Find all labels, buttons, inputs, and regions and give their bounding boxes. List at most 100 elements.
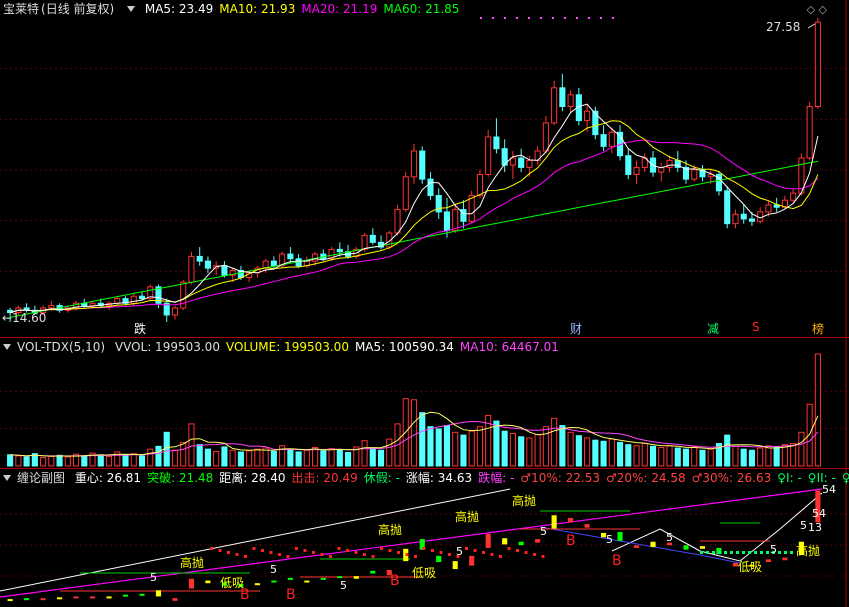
volume-bar — [188, 423, 195, 467]
event-marker-3[interactable]: S — [752, 320, 760, 334]
candle-body — [410, 150, 418, 178]
signal-dot — [492, 17, 494, 19]
volume-bar — [171, 449, 179, 467]
volume-bar — [377, 449, 385, 467]
volume-bar — [23, 456, 30, 467]
volume-bar — [419, 412, 426, 467]
chan-candle — [254, 583, 260, 586]
chan-candle — [584, 524, 590, 528]
volume-bar — [724, 434, 731, 467]
candle-body — [625, 155, 632, 175]
chan-dot-green — [706, 551, 709, 554]
price-chart[interactable] — [0, 0, 849, 337]
count-five-label: 5 — [340, 579, 347, 592]
chan-dot — [499, 555, 502, 558]
buy-signal: B — [612, 553, 622, 569]
chan-panel[interactable]: 高抛 高抛 高抛 高抛 高抛 低吸 低吸 低吸 B B B B B 5 5 5 5 5 5 5 5 5 13 54 54 缠论副… — [0, 469, 849, 607]
volume-chart[interactable] — [0, 338, 849, 468]
volume-bar — [806, 403, 813, 467]
volume-bar — [460, 434, 467, 467]
event-marker-1[interactable]: 财 — [570, 320, 582, 337]
volume-bar — [649, 445, 657, 467]
chan-dot — [244, 555, 247, 558]
chan-dot — [329, 555, 332, 558]
chan-dot — [346, 549, 349, 552]
chan-dot — [303, 549, 307, 552]
volume-bar — [567, 431, 574, 467]
volume-indicator-name: VOL-TDX(5,10) — [17, 340, 106, 354]
chan-dot-green — [700, 551, 703, 554]
volume-bar — [633, 445, 640, 467]
volume-bar — [204, 448, 211, 467]
chan-candle — [205, 580, 211, 584]
volume-bar — [180, 441, 187, 467]
count-five-label: 5 — [270, 563, 277, 576]
chan-dot — [388, 549, 392, 552]
event-marker-0[interactable]: 跌 — [134, 320, 146, 337]
chan-dot-green — [790, 551, 793, 554]
candle-body — [188, 255, 195, 283]
candle-body — [369, 234, 376, 243]
price-panel[interactable]: 宝莱特 (日线 前复权) MA5: 23.49 MA10: 21.93 MA20: 2… — [0, 0, 849, 338]
chan-legend-item-10: ♀I: - — [777, 471, 802, 485]
candle-body — [402, 176, 409, 211]
chan-dot — [405, 553, 409, 556]
chan-chart[interactable]: 高抛高抛高抛高抛高抛低吸低吸 低吸B BBBB555555 555 135454 — [0, 469, 849, 607]
high-sell-label: 高抛 — [378, 522, 402, 537]
buy-signal: B — [566, 533, 576, 549]
chan-candle — [469, 555, 475, 566]
volume-bar — [476, 426, 483, 467]
chan-candle — [518, 541, 524, 546]
candle-body — [485, 136, 492, 175]
candle-body — [48, 305, 55, 309]
chan-dropdown-icon[interactable] — [3, 475, 11, 481]
volume-dropdown-icon[interactable] — [3, 344, 11, 350]
volume-bar — [682, 448, 690, 467]
candle-body — [394, 209, 401, 234]
volume-legend-item-1: VOLUME: 199503.00 — [225, 340, 349, 354]
price-high-label: 27.58 — [766, 20, 801, 34]
chan-dot-green — [712, 551, 715, 554]
buy-signal: B — [390, 573, 400, 589]
chan-channel-upper — [0, 488, 823, 598]
event-marker-4[interactable]: 榜 — [812, 320, 824, 337]
volume-bar — [254, 448, 261, 467]
chan-dot — [320, 553, 324, 556]
candle-body — [666, 159, 673, 168]
count-five-label: 5 — [606, 533, 613, 546]
chan-legend-item-0: 重心: 26.81 — [74, 471, 142, 485]
signal-dot — [588, 17, 590, 19]
chan-candle — [271, 580, 277, 583]
chan-dot — [482, 551, 485, 554]
signal-dot — [576, 17, 578, 19]
window-control-icons[interactable]: ◇ ◇ — [807, 3, 827, 16]
volume-bar — [427, 426, 434, 467]
chan-dot-green — [754, 551, 757, 554]
count-thirteen-label: 13 — [808, 521, 822, 534]
chan-dot — [533, 553, 536, 556]
chan-candle — [89, 596, 96, 599]
volume-bar — [757, 447, 764, 467]
candle-body — [542, 122, 549, 152]
event-marker-2[interactable]: 减 — [707, 320, 719, 337]
candle-body — [600, 134, 607, 147]
chan-candle — [436, 555, 442, 563]
period-label: (日线 前复权) — [41, 2, 115, 16]
chan-legend-item-4: 休假: - — [363, 471, 400, 485]
chan-candle — [287, 577, 293, 580]
candle-body — [740, 213, 747, 220]
volume-bar — [262, 447, 269, 467]
signal-dot — [528, 17, 530, 19]
dropdown-triangle-icon[interactable] — [127, 6, 136, 12]
volume-bar — [40, 457, 47, 467]
volume-legend-item-0: VVOL: 199503.00 — [114, 340, 220, 354]
chan-candle — [320, 577, 326, 580]
candle-body — [427, 178, 434, 197]
volume-panel[interactable]: VOL-TDX(5,10) VVOL: 199503.00 VOLUME: 199… — [0, 338, 849, 469]
chan-dot — [278, 553, 281, 556]
chan-legend-item-11: ♀II: - — [807, 471, 836, 485]
chan-candle — [188, 578, 195, 589]
chan-candle — [7, 599, 13, 602]
price-low-value: 14.60 — [12, 311, 47, 325]
volume-bar — [246, 450, 253, 467]
